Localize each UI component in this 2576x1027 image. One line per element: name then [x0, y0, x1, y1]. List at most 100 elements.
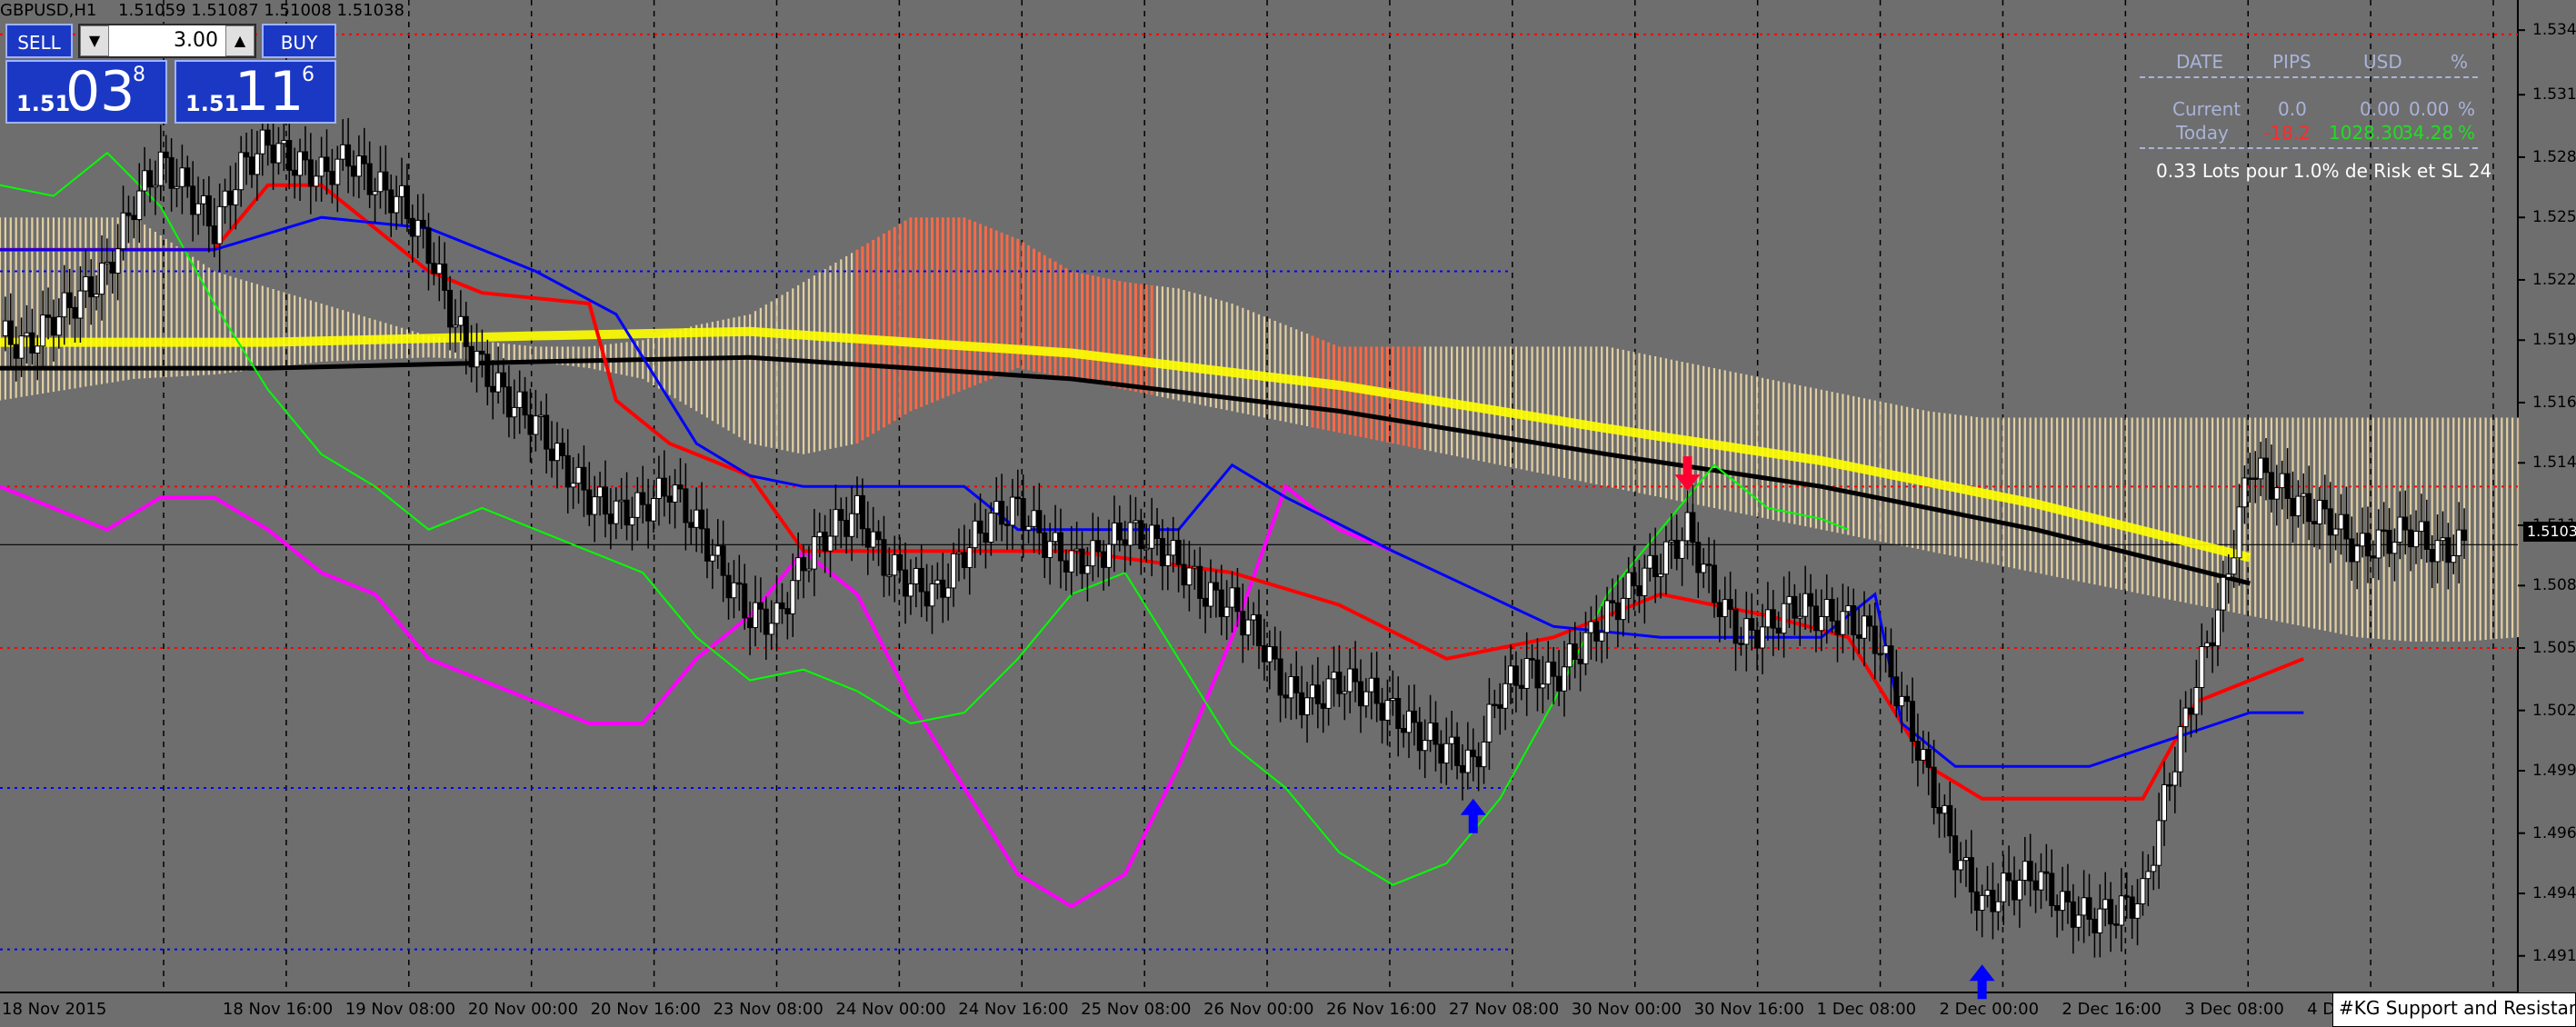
candle-body	[2418, 521, 2424, 533]
candle-body	[640, 492, 646, 505]
candle-body	[1962, 857, 1969, 862]
candle-body	[324, 156, 330, 173]
candle-body	[1781, 603, 1787, 634]
candle-body	[629, 516, 635, 526]
candle-body	[7, 320, 14, 345]
candle-body	[2370, 555, 2376, 559]
candle-body	[2166, 783, 2172, 787]
candle-body	[1583, 632, 1589, 664]
candle-body	[1561, 666, 1567, 692]
candle-body	[1566, 643, 1573, 668]
candle-body	[2075, 914, 2082, 928]
candle-body	[1770, 609, 1776, 629]
candle-body	[1336, 671, 1343, 694]
candle-body	[1304, 697, 1311, 715]
buy-button[interactable]: BUY	[262, 24, 336, 58]
candle-body	[1952, 835, 1959, 871]
buy-price-button[interactable]: 1.51 11 6	[175, 60, 336, 124]
candle-body	[597, 486, 604, 498]
header-pct: %	[2451, 51, 2469, 73]
price-axis-label: 1.5226	[2532, 270, 2576, 289]
row-pct: 0.00	[2409, 98, 2450, 120]
candle-body	[1240, 611, 1246, 636]
candle-body	[1642, 567, 1648, 596]
candle-body	[254, 153, 260, 175]
candle-body	[1379, 703, 1385, 721]
candle-body	[1101, 551, 1107, 568]
candle-body	[2440, 537, 2446, 542]
candle-body	[222, 190, 228, 207]
candle-body	[1701, 563, 1707, 573]
row-label: Current	[2172, 98, 2242, 120]
sell-price-button[interactable]: 1.51 03 8	[5, 60, 167, 124]
candle-body	[951, 553, 957, 589]
stats-row-today: Today -18.2 1028.30 34.28 %	[2136, 122, 2481, 145]
candle-body	[286, 140, 293, 171]
candle-body	[2381, 529, 2387, 533]
candle-body	[1443, 743, 1450, 764]
candle-body	[77, 290, 84, 319]
candle-body	[1979, 894, 1985, 912]
lot-size-input[interactable]: 3.00	[111, 25, 224, 56]
candle-body	[388, 189, 394, 214]
candle-body	[838, 509, 844, 522]
candle-body	[918, 567, 924, 593]
price-axis-label: 1.5141	[2532, 454, 2576, 473]
candle-body	[2354, 545, 2361, 563]
candle-body	[185, 167, 191, 187]
candle-body	[179, 167, 185, 187]
candle-body	[892, 553, 898, 576]
candle-body	[1910, 701, 1916, 743]
candle-body	[1014, 496, 1021, 500]
candle-body	[414, 219, 421, 237]
candle-body	[2032, 880, 2039, 891]
candle-body	[2295, 495, 2301, 517]
candle-body	[1068, 550, 1074, 573]
candle-body	[1036, 510, 1043, 533]
candle-body	[452, 324, 458, 328]
candle-body	[2434, 540, 2441, 563]
candle-body	[1433, 722, 1439, 745]
candle-body	[1679, 540, 1685, 559]
time-axis-label: 1 Dec 08:00	[1816, 1000, 1917, 1019]
candle-body	[811, 536, 817, 570]
candle-body	[244, 152, 250, 158]
candle-body	[805, 568, 812, 572]
lot-increase-button[interactable]: ▲	[225, 25, 255, 56]
stats-header-row: DATE PIPS USD %	[2136, 51, 2481, 75]
candle-body	[115, 248, 121, 274]
candle-body	[238, 152, 245, 191]
candle-body	[570, 483, 576, 488]
lot-size-stepper[interactable]: ▼ 3.00 ▲	[78, 24, 256, 58]
candle-body	[1497, 703, 1503, 709]
candle-body	[2273, 487, 2280, 500]
candle-body	[2210, 642, 2216, 647]
chart-window[interactable]: GBPUSD,H1 1.51059 1.51087 1.51008 1.5103…	[0, 0, 2576, 1027]
candle-body	[55, 316, 62, 336]
sell-button[interactable]: SELL	[5, 24, 73, 58]
candle-body	[350, 165, 356, 177]
candle-body	[1181, 563, 1187, 586]
candle-body	[1095, 540, 1102, 553]
candle-body	[1116, 522, 1123, 541]
lot-decrease-button[interactable]: ▼	[80, 25, 109, 56]
candle-body	[592, 496, 598, 515]
stats-divider	[2140, 76, 2478, 91]
candle-body	[2172, 771, 2178, 786]
candle-body	[624, 499, 630, 526]
candle-body	[1866, 615, 1872, 627]
candle-body	[233, 189, 239, 205]
candle-body	[988, 513, 994, 543]
time-axis-label: 18 Nov 2015	[2, 1000, 107, 1019]
candle-body	[340, 144, 346, 160]
candle-body	[1138, 520, 1144, 550]
candle-body	[784, 608, 791, 614]
candle-body	[249, 156, 255, 175]
candle-body	[1105, 543, 1112, 568]
candle-body	[2386, 529, 2392, 554]
candle-body	[18, 335, 25, 359]
candle-body	[694, 509, 700, 528]
candle-body	[98, 262, 105, 295]
candle-body	[2022, 861, 2028, 882]
candle-body	[2220, 576, 2226, 611]
